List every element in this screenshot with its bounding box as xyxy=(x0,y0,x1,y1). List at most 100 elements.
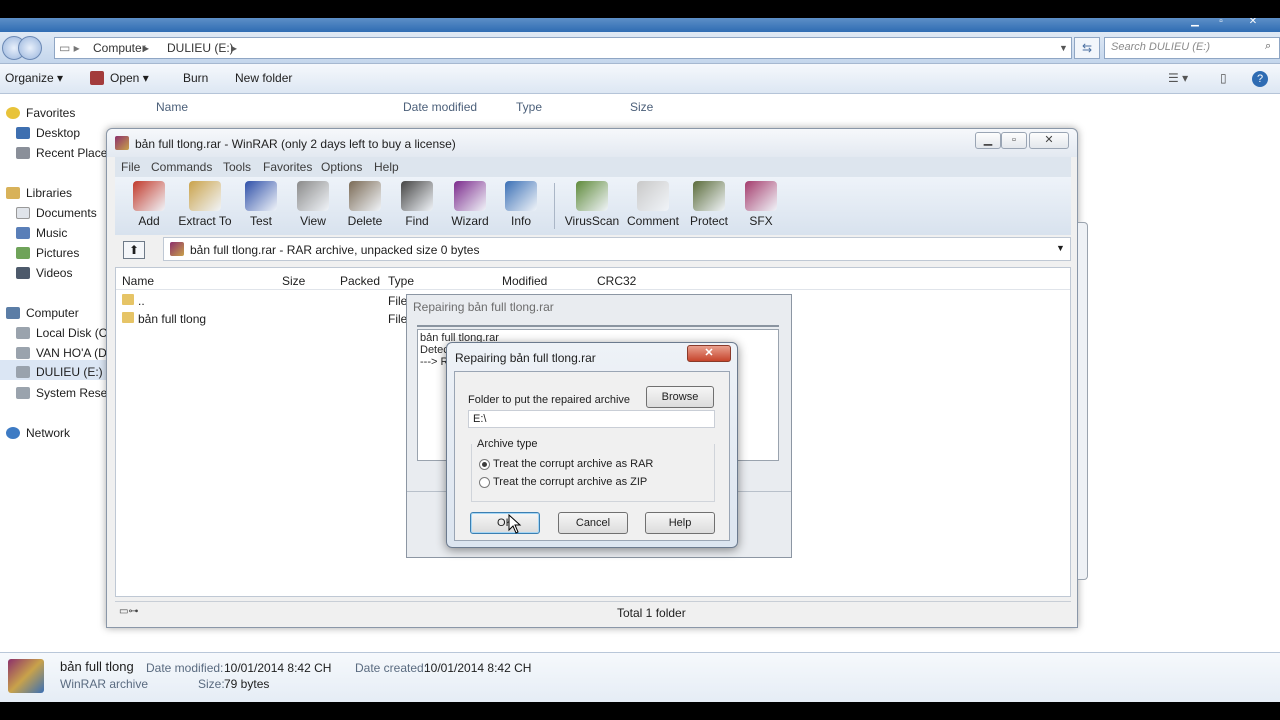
title-divider xyxy=(417,325,779,327)
help-icon[interactable]: ? xyxy=(1252,71,1268,87)
col-type[interactable]: Type xyxy=(516,100,542,114)
menu-file[interactable]: File xyxy=(121,160,140,174)
radio-rar[interactable] xyxy=(479,459,490,470)
binoculars-icon xyxy=(401,181,433,211)
address-bar[interactable]: ▭ ▸ Computer ▸ DULIEU (E:) ▸ ▼ xyxy=(54,37,1072,59)
menu-commands[interactable]: Commands xyxy=(151,160,212,174)
add-icon xyxy=(133,181,165,211)
search-icon: ⌕ xyxy=(1265,40,1272,52)
minimize-button[interactable]: ▁ xyxy=(975,132,1001,149)
pictures-icon xyxy=(16,247,30,259)
nav-documents[interactable]: Documents xyxy=(16,206,97,220)
tool-extract-to[interactable]: Extract To xyxy=(177,181,233,228)
col-size[interactable]: Size xyxy=(630,100,653,114)
breadcrumb-computer[interactable]: Computer xyxy=(93,41,146,55)
archive-path-text: bản full tlong.rar - RAR archive, unpack… xyxy=(190,243,480,257)
ok-button[interactable]: OK xyxy=(470,512,540,534)
open-button[interactable]: Open ▾ xyxy=(110,71,149,85)
nav-videos[interactable]: Videos xyxy=(16,266,72,280)
view-options-icon[interactable]: ☰ ▾ xyxy=(1168,71,1188,85)
chevron-down-icon[interactable]: ▼ xyxy=(1056,243,1065,253)
nav-system-reserved[interactable]: System Reserv xyxy=(16,386,117,400)
col-modified[interactable]: Modified xyxy=(502,274,547,288)
tool-wizard[interactable]: Wizard xyxy=(442,181,498,228)
col-name[interactable]: Name xyxy=(156,100,188,114)
close-button[interactable]: ✕ xyxy=(1029,132,1069,149)
burn-button[interactable]: Burn xyxy=(183,71,208,85)
maximize-button[interactable]: ▫ xyxy=(1001,132,1027,149)
close-button[interactable]: ✕ xyxy=(1240,18,1266,30)
navigation-pane: Favorites Desktop Recent Places Librarie… xyxy=(0,94,117,654)
menu-favorites[interactable]: Favorites xyxy=(263,160,312,174)
tool-add[interactable]: Add xyxy=(121,181,177,228)
menu-options[interactable]: Options xyxy=(321,160,362,174)
menu-tools[interactable]: Tools xyxy=(223,160,251,174)
col-type[interactable]: Type xyxy=(388,274,414,288)
tool-info[interactable]: Info xyxy=(493,181,549,228)
close-button[interactable]: ✕ xyxy=(687,345,731,362)
nav-favorites[interactable]: Favorites xyxy=(6,106,75,120)
folder-label: Folder to put the repaired archive xyxy=(468,394,631,406)
repair-dialog-title: Repairing bản full tlong.rar xyxy=(455,351,596,365)
view-icon xyxy=(297,181,329,211)
maximize-button[interactable]: ▫ xyxy=(1208,18,1234,30)
chevron-down-icon[interactable]: ▼ xyxy=(1059,43,1068,53)
info-icon xyxy=(505,181,537,211)
nav-recent-places[interactable]: Recent Places xyxy=(16,146,113,160)
breadcrumb-dulieu[interactable]: DULIEU (E:) xyxy=(167,41,234,55)
folder-input[interactable]: E:\ xyxy=(468,410,715,428)
col-size[interactable]: Size xyxy=(282,274,305,288)
row-name: .. xyxy=(138,294,145,308)
drive-icon xyxy=(16,366,30,378)
details-date-modified-label: Date modified: xyxy=(146,661,224,675)
nav-network[interactable]: Network xyxy=(6,426,70,440)
refresh-button[interactable]: ⇆ xyxy=(1074,37,1100,59)
nav-computer[interactable]: Computer xyxy=(6,306,79,320)
tool-delete[interactable]: Delete xyxy=(337,181,393,228)
nav-local-disk[interactable]: Local Disk (C:) xyxy=(16,326,115,340)
recent-places-icon xyxy=(16,147,30,159)
tool-comment[interactable]: Comment xyxy=(625,181,681,228)
archive-path-bar[interactable]: bản full tlong.rar - RAR archive, unpack… xyxy=(163,237,1071,261)
winrar-icon xyxy=(115,136,129,150)
nav-van-hoa[interactable]: VAN HO'A (D: xyxy=(16,346,110,360)
tool-virusscan[interactable]: VirusScan xyxy=(564,181,620,228)
winrar-title-bar: bản full tlong.rar - WinRAR (only 2 days… xyxy=(107,129,1077,157)
new-folder-button[interactable]: New folder xyxy=(235,71,292,85)
radio-zip[interactable] xyxy=(479,477,490,488)
test-icon xyxy=(245,181,277,211)
option-rar-label[interactable]: Treat the corrupt archive as RAR xyxy=(493,458,653,470)
col-name[interactable]: Name xyxy=(122,274,154,288)
tool-view[interactable]: View xyxy=(285,181,341,228)
tool-protect[interactable]: Protect xyxy=(681,181,737,228)
menu-help[interactable]: Help xyxy=(374,160,399,174)
forward-button[interactable] xyxy=(18,36,42,60)
details-size: 79 bytes xyxy=(224,677,270,691)
rar-archive-icon xyxy=(170,242,184,256)
search-input[interactable]: Search DULIEU (E:) ⌕ xyxy=(1104,37,1280,59)
option-zip-label[interactable]: Treat the corrupt archive as ZIP xyxy=(493,476,647,488)
minimize-button[interactable]: ▁ xyxy=(1182,18,1208,30)
col-crc32[interactable]: CRC32 xyxy=(597,274,636,288)
up-folder-button[interactable]: ⬆ xyxy=(123,241,145,259)
nav-pictures[interactable]: Pictures xyxy=(16,246,79,260)
nav-dulieu[interactable]: DULIEU (E:) xyxy=(0,360,108,380)
cancel-button[interactable]: Cancel xyxy=(558,512,628,534)
col-packed[interactable]: Packed xyxy=(340,274,380,288)
tool-sfx[interactable]: SFX xyxy=(733,181,789,228)
log-line: ---> R xyxy=(420,356,449,368)
tool-test[interactable]: Test xyxy=(233,181,289,228)
help-button[interactable]: Help xyxy=(645,512,715,534)
repair-dialog-body: Folder to put the repaired archive Brows… xyxy=(454,371,730,541)
nav-music[interactable]: Music xyxy=(16,226,67,240)
tool-find[interactable]: Find xyxy=(389,181,445,228)
browse-button[interactable]: Browse xyxy=(646,386,714,408)
winrar-title: bản full tlong.rar - WinRAR (only 2 days… xyxy=(135,137,456,151)
drive-icon: ▭⊶ xyxy=(119,606,139,617)
organize-button[interactable]: Organize ▾ xyxy=(5,71,63,85)
nav-libraries[interactable]: Libraries xyxy=(6,186,72,200)
col-date-modified[interactable]: Date modified xyxy=(403,100,477,114)
nav-desktop[interactable]: Desktop xyxy=(16,126,80,140)
details-file-name: bản full tlong xyxy=(60,659,134,674)
preview-pane-icon[interactable]: ▯ xyxy=(1220,71,1227,85)
